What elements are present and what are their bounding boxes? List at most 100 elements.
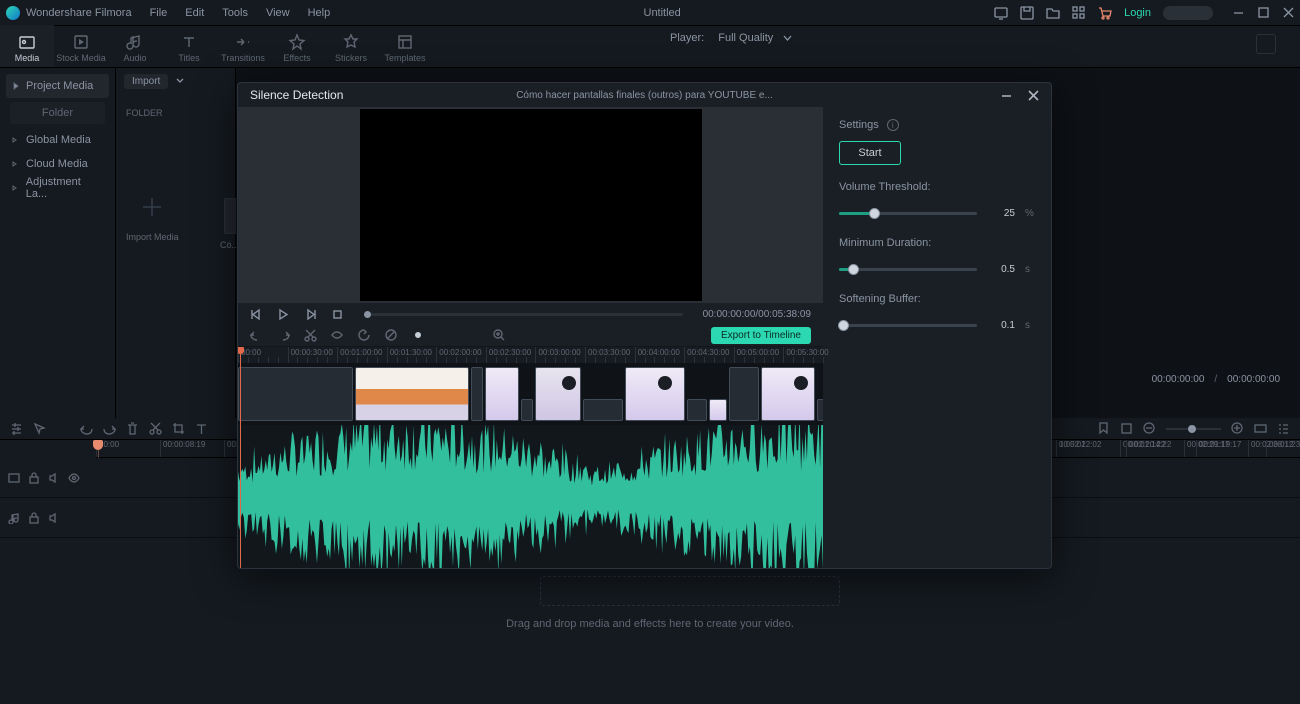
login-link[interactable]: Login: [1124, 7, 1151, 19]
clip-segment[interactable]: [583, 399, 623, 421]
lock-icon[interactable]: [28, 512, 40, 524]
mute-icon[interactable]: [48, 512, 60, 524]
fit-icon[interactable]: [1254, 422, 1267, 435]
import-media-drop[interactable]: Import Media: [126, 188, 179, 242]
clip-segment[interactable]: [485, 367, 519, 421]
drop-zone[interactable]: [540, 576, 840, 606]
text-icon[interactable]: [195, 422, 208, 435]
clip-segment[interactable]: [729, 367, 759, 421]
tool-tabs: Media Stock Media Audio Titles Transitio…: [0, 26, 1300, 68]
menu-edit[interactable]: Edit: [185, 7, 204, 19]
app-logo: [6, 6, 20, 20]
video-canvas: [360, 109, 702, 301]
menu-help[interactable]: Help: [308, 7, 331, 19]
play-icon[interactable]: [277, 308, 290, 321]
eye-icon[interactable]: [68, 472, 80, 484]
menu-file[interactable]: File: [150, 7, 168, 19]
info-icon[interactable]: i: [887, 119, 899, 131]
cut-icon[interactable]: [149, 422, 162, 435]
clip-segment[interactable]: [535, 367, 581, 421]
clip-segment[interactable]: [355, 367, 469, 421]
player-quality-value[interactable]: Full Quality: [718, 32, 773, 44]
delete-icon[interactable]: [126, 422, 139, 435]
cut-icon[interactable]: [304, 329, 317, 342]
tab-effects[interactable]: Effects: [270, 25, 324, 67]
list-icon[interactable]: [1277, 422, 1290, 435]
chevron-down-icon[interactable]: [176, 77, 184, 85]
redo-icon[interactable]: [103, 422, 116, 435]
clip-segment[interactable]: [687, 399, 707, 421]
apps-icon[interactable]: [1072, 6, 1086, 20]
tab-audio[interactable]: Audio: [108, 25, 162, 67]
zoom-slider[interactable]: [1166, 428, 1221, 430]
minimum-duration-slider[interactable]: [839, 261, 977, 277]
menu-view[interactable]: View: [266, 7, 290, 19]
clip-segment[interactable]: [521, 399, 533, 421]
sidebar-item-adjustment[interactable]: Adjustment La...: [6, 176, 109, 200]
zoom-in-icon[interactable]: [493, 329, 506, 342]
tab-titles[interactable]: Titles: [162, 25, 216, 67]
zoom-out-icon[interactable]: [1143, 422, 1156, 435]
save-icon[interactable]: [1020, 6, 1034, 20]
tab-transitions[interactable]: Transitions: [216, 25, 270, 67]
marker-icon[interactable]: [1097, 422, 1110, 435]
clip-segment[interactable]: [625, 367, 685, 421]
undo-icon[interactable]: [80, 422, 93, 435]
tab-stock[interactable]: Stock Media: [54, 25, 108, 67]
zoom-in-icon[interactable]: [1231, 422, 1244, 435]
sidebar-sub-folder[interactable]: Folder: [10, 102, 105, 124]
disable-icon[interactable]: [385, 329, 398, 342]
thumbnail-track[interactable]: [238, 363, 823, 425]
sidebar-item-cloud-media[interactable]: Cloud Media: [6, 152, 109, 176]
layers-icon[interactable]: [1120, 422, 1133, 435]
tab-templates[interactable]: Templates: [378, 25, 432, 67]
dialog-playhead[interactable]: [240, 347, 241, 569]
dialog-close-icon[interactable]: [1028, 90, 1039, 101]
pointer-icon[interactable]: [33, 422, 46, 435]
softening-buffer-slider[interactable]: [839, 317, 977, 333]
rotate-icon[interactable]: [358, 329, 371, 342]
mute-icon[interactable]: [48, 472, 60, 484]
tab-titles-label: Titles: [178, 53, 199, 63]
redo-icon[interactable]: [277, 329, 290, 342]
marker-dot-icon[interactable]: [412, 329, 425, 342]
sidebar-item-global-media[interactable]: Global Media: [6, 128, 109, 152]
folder-icon[interactable]: [1046, 6, 1060, 20]
clip-segment[interactable]: [238, 367, 353, 421]
dialog-minimize-icon[interactable]: [1001, 90, 1012, 101]
import-button[interactable]: Import: [124, 74, 168, 89]
eye-icon[interactable]: [331, 329, 344, 342]
clip-segment[interactable]: [709, 399, 727, 421]
step-back-icon[interactable]: [250, 308, 263, 321]
waveform-track[interactable]: [238, 425, 823, 568]
maximize-icon[interactable]: [1258, 7, 1269, 18]
screen-icon[interactable]: [994, 6, 1008, 20]
dialog-ruler[interactable]: 00:0000:00:30:0000:01:00:0000:01:30:0000…: [238, 347, 823, 363]
close-icon[interactable]: [1283, 7, 1294, 18]
start-button[interactable]: Start: [839, 141, 901, 165]
tab-stock-label: Stock Media: [56, 53, 106, 63]
sidebar-item-project-media[interactable]: Project Media: [6, 74, 109, 98]
volume-threshold-slider[interactable]: [839, 205, 977, 221]
clip-segment[interactable]: [817, 399, 823, 421]
account-pill[interactable]: [1163, 6, 1213, 20]
tab-media[interactable]: Media: [0, 25, 54, 67]
clip-segment[interactable]: [761, 367, 815, 421]
stop-icon[interactable]: [331, 308, 344, 321]
lock-icon[interactable]: [28, 472, 40, 484]
adjust-icon[interactable]: [10, 422, 23, 435]
tab-stickers[interactable]: Stickers: [324, 25, 378, 67]
scrub-bar[interactable]: [364, 313, 683, 316]
cart-icon[interactable]: [1098, 6, 1112, 20]
playhead[interactable]: [98, 440, 106, 458]
silence-detection-dialog: Silence Detection Cómo hacer pantallas f…: [237, 82, 1052, 569]
step-fwd-icon[interactable]: [304, 308, 317, 321]
menu-tools[interactable]: Tools: [222, 7, 248, 19]
chevron-down-icon[interactable]: [783, 34, 792, 43]
undo-icon[interactable]: [250, 329, 263, 342]
crop-icon[interactable]: [172, 422, 185, 435]
minimize-icon[interactable]: [1233, 7, 1244, 18]
clip-segment[interactable]: [471, 367, 483, 421]
snapshot-button[interactable]: [1256, 34, 1276, 54]
export-to-timeline-button[interactable]: Export to Timeline: [711, 327, 811, 344]
